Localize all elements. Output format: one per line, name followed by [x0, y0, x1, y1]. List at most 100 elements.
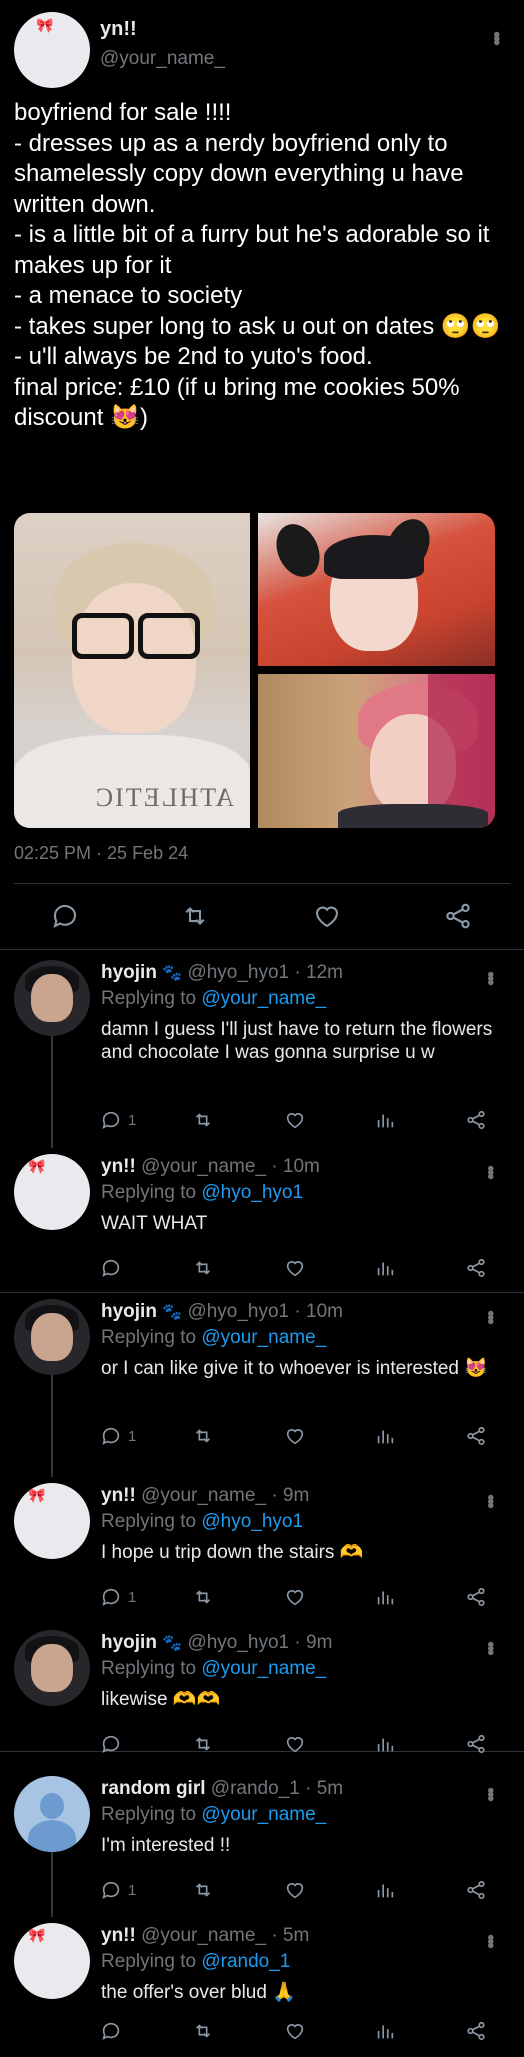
share-icon[interactable]	[465, 1877, 487, 1903]
heart-icon[interactable]	[284, 1423, 306, 1449]
share-icon[interactable]	[465, 1423, 487, 1449]
post-time: · 9m	[294, 1632, 333, 1653]
handle[interactable]: @rando_1	[211, 1778, 300, 1799]
views-icon[interactable]	[374, 1731, 396, 1757]
replying-to-handle[interactable]: @your_name_	[201, 1327, 326, 1348]
reply-tweet[interactable]: 🎀 yn!! @your_name_ · 9m ••• Replying to …	[0, 1477, 524, 1617]
reply-tweet[interactable]: 🎀 yn!! @your_name_ · 10m ••• Replying to…	[0, 1148, 524, 1288]
post-time: · 9m	[271, 1485, 310, 1506]
reply-tweet[interactable]: hyojin 🐾 @hyo_hyo1 · 9m ••• Replying to …	[0, 1624, 524, 1764]
reply-icon[interactable]	[100, 1255, 128, 1281]
reply-icon[interactable]	[48, 899, 82, 933]
replying-to-handle[interactable]: @hyo_hyo1	[201, 1511, 303, 1532]
retweet-icon[interactable]	[191, 1423, 215, 1449]
display-name[interactable]: hyojin	[101, 1301, 157, 1322]
timestamp: 02:25 PM · 25 Feb 24	[14, 843, 189, 863]
replying-to: Replying to @your_name_	[101, 1658, 326, 1680]
retweet-icon[interactable]	[191, 1255, 215, 1281]
handle[interactable]: @your_name_	[141, 1156, 266, 1177]
replying-to-handle[interactable]: @hyo_hyo1	[201, 1182, 303, 1203]
share-icon[interactable]	[465, 2018, 487, 2044]
share-icon[interactable]	[465, 1584, 487, 1610]
replying-to-label: Replying to	[101, 1327, 197, 1348]
display-name[interactable]: hyojin	[101, 962, 157, 983]
photo-1[interactable]: ATHLETIC	[14, 513, 250, 828]
replying-to-handle[interactable]: @your_name_	[201, 1658, 326, 1679]
handle[interactable]: @hyo_hyo1	[187, 1301, 289, 1322]
reply-icon[interactable]	[100, 2018, 128, 2044]
share-icon[interactable]	[441, 899, 475, 933]
reply-icon[interactable]: 1	[100, 1107, 136, 1133]
photo-2[interactable]	[258, 513, 495, 666]
heart-icon[interactable]	[284, 1584, 306, 1610]
views-icon[interactable]	[374, 1877, 396, 1903]
heart-icon[interactable]	[310, 899, 344, 933]
views-icon[interactable]	[374, 1107, 396, 1133]
replying-to-handle[interactable]: @your_name_	[201, 1804, 326, 1825]
avatar[interactable]	[14, 1630, 90, 1706]
views-icon[interactable]	[374, 1423, 396, 1449]
avatar[interactable]	[14, 1776, 90, 1852]
bow-icon: 🎀	[36, 17, 54, 33]
heart-icon[interactable]	[284, 1731, 306, 1757]
more-icon[interactable]: •••	[479, 1927, 503, 1953]
retweet-icon[interactable]	[191, 1584, 215, 1610]
views-icon[interactable]	[374, 1584, 396, 1610]
reply-icon[interactable]	[100, 1731, 128, 1757]
share-icon[interactable]	[465, 1731, 487, 1757]
reply-tweet[interactable]: hyojin 🐾 @hyo_hyo1 · 10m ••• Replying to…	[0, 1293, 524, 1433]
reply-icon[interactable]: 1	[100, 1877, 136, 1903]
retweet-icon[interactable]	[191, 1731, 215, 1757]
handle[interactable]: @your_name_	[100, 48, 225, 70]
avatar[interactable]: 🎀	[14, 1154, 90, 1230]
retweet-icon[interactable]	[191, 2018, 215, 2044]
retweet-icon[interactable]	[191, 1877, 215, 1903]
views-icon[interactable]	[374, 2018, 396, 2044]
handle[interactable]: @your_name_	[141, 1485, 266, 1506]
heart-icon[interactable]	[284, 1107, 306, 1133]
retweet-icon[interactable]	[191, 1107, 215, 1133]
display-name[interactable]: hyojin	[101, 1632, 157, 1653]
display-name[interactable]: random girl	[101, 1778, 206, 1799]
bow-icon: 🎀	[28, 1158, 46, 1174]
heart-icon[interactable]	[284, 1877, 306, 1903]
replying-to-handle[interactable]: @your_name_	[201, 988, 326, 1009]
replying-to-handle[interactable]: @rando_1	[201, 1951, 290, 1972]
heart-icon[interactable]	[284, 1255, 306, 1281]
more-icon[interactable]: •••	[479, 1303, 503, 1329]
display-name[interactable]: yn!!	[101, 1925, 136, 1946]
avatar[interactable]: 🎀	[14, 1483, 90, 1559]
heart-icon[interactable]	[284, 2018, 306, 2044]
display-name[interactable]: yn!!	[101, 1156, 136, 1177]
reply-tweet[interactable]: hyojin 🐾 @hyo_hyo1 · 12m ••• Replying to…	[0, 954, 524, 1094]
display-name[interactable]: yn!!	[100, 18, 137, 41]
reply-header: random girl @rando_1 · 5m	[101, 1778, 343, 1800]
retweet-icon[interactable]	[178, 899, 212, 933]
display-name[interactable]: yn!!	[101, 1485, 136, 1506]
reply-icon[interactable]: 1	[100, 1584, 136, 1610]
reply-icon[interactable]: 1	[100, 1423, 136, 1449]
reply-tweet[interactable]: 🎀 yn!! @your_name_ · 5m ••• Replying to …	[0, 1917, 524, 2057]
bow-icon: 🎀	[28, 1487, 46, 1503]
more-icon[interactable]: •••	[479, 964, 503, 990]
avatar[interactable]	[14, 960, 90, 1036]
more-icon[interactable]: •••	[479, 1780, 503, 1806]
avatar[interactable]	[14, 1299, 90, 1375]
replying-to: Replying to @your_name_	[101, 988, 326, 1010]
more-icon[interactable]: •••	[479, 1158, 503, 1184]
reply-tweet[interactable]: random girl @rando_1 · 5m ••• Replying t…	[0, 1770, 524, 1910]
share-icon[interactable]	[465, 1107, 487, 1133]
more-icon[interactable]: •••	[479, 1487, 503, 1513]
more-icon[interactable]: •••	[485, 24, 509, 50]
photo-3[interactable]	[258, 674, 495, 828]
handle[interactable]: @hyo_hyo1	[187, 1632, 289, 1653]
avatar[interactable]: 🎀	[14, 1923, 90, 1999]
more-icon[interactable]: •••	[479, 1634, 503, 1660]
views-icon[interactable]	[374, 1255, 396, 1281]
handle[interactable]: @hyo_hyo1	[187, 962, 289, 983]
media-grid: ATHLETIC	[14, 513, 495, 828]
bow-icon: 🎀	[28, 1927, 46, 1943]
share-icon[interactable]	[465, 1255, 487, 1281]
handle[interactable]: @your_name_	[141, 1925, 266, 1946]
avatar[interactable]: 🎀	[14, 12, 90, 88]
